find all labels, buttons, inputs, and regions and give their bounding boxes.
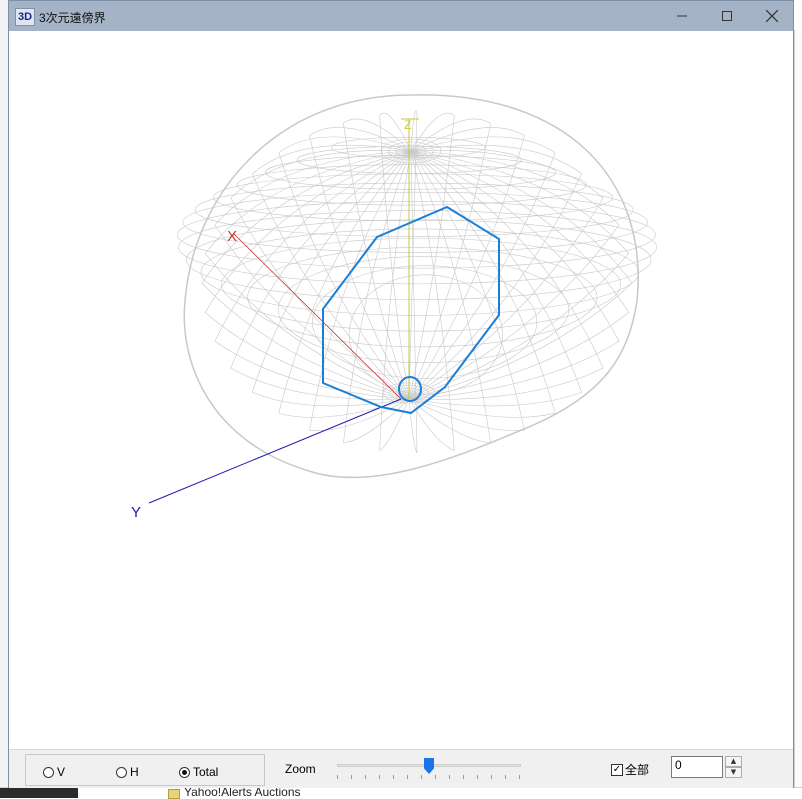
mesh-meridian [408,118,491,400]
far-field-window: 3D 3次元遠傍界 X Y Z V H Total Zoom ✓ 全部 0 ▲ … [8,0,794,788]
x-axis-label: X [227,228,237,245]
title-bar[interactable]: 3D 3次元遠傍界 [9,1,793,31]
radio-h-dot[interactable] [116,766,127,778]
3d-plot-canvas[interactable]: X Y Z [9,31,793,751]
radio-h[interactable]: H [116,765,139,779]
close-button[interactable] [749,1,795,31]
close-icon [766,10,778,22]
minimize-icon [677,15,687,17]
radio-total-dot[interactable] [179,766,190,778]
mesh-ring [247,246,598,348]
minimize-button[interactable] [659,1,705,31]
window-title: 3次元遠傍界 [39,11,106,25]
mesh-meridian [408,150,630,400]
maximize-button[interactable] [704,1,750,31]
mesh-meridian [278,150,412,418]
app-3d-icon: 3D [15,8,35,26]
mesh-meridian [408,150,633,400]
mesh-meridian [230,150,412,400]
mesh-meridian [408,150,630,400]
spin-down-button[interactable]: ▼ [725,767,742,778]
y-axis-label: Y [131,504,141,521]
all-checkbox[interactable]: ✓ 全部 [611,761,649,778]
radio-h-label: H [130,765,139,779]
zoom-slider-thumb[interactable] [424,758,434,774]
radio-v[interactable]: V [43,765,65,779]
spin-up-button[interactable]: ▲ [725,756,742,767]
spin-buttons: ▲ ▼ [725,756,742,778]
all-checkbox-box[interactable]: ✓ [611,763,623,776]
radio-v-label: V [57,765,66,779]
control-bar: V H Total Zoom ✓ 全部 0 ▲ ▼ [9,749,793,788]
mesh-ring [331,136,486,159]
far-field-3d-plot: X Y Z [131,94,658,521]
polarization-radio-group: V H Total [25,754,265,786]
mesh-meridian [408,150,556,418]
zoom-slider-ticks [337,775,521,779]
background-app-right-edge [794,30,802,798]
mesh-ring [264,155,557,190]
z-axis-label: Z [404,118,411,132]
radio-v-dot[interactable] [43,766,54,778]
mesh-meridian [408,150,418,454]
maximize-icon [722,11,732,21]
background-app-bottom: Yahoo!Alerts Auctions [0,785,802,799]
radio-total-label: Total [193,765,219,779]
spin-value-input[interactable]: 0 [671,756,723,778]
all-checkbox-label: 全部 [625,763,650,777]
zoom-slider[interactable] [337,758,521,782]
background-dark-panel [0,788,78,798]
radio-total[interactable]: Total [179,765,218,779]
radiation-pattern-mesh [176,94,658,479]
mesh-meridian [408,150,604,400]
zoom-label: Zoom [285,762,316,776]
y-axis-line [148,398,402,504]
